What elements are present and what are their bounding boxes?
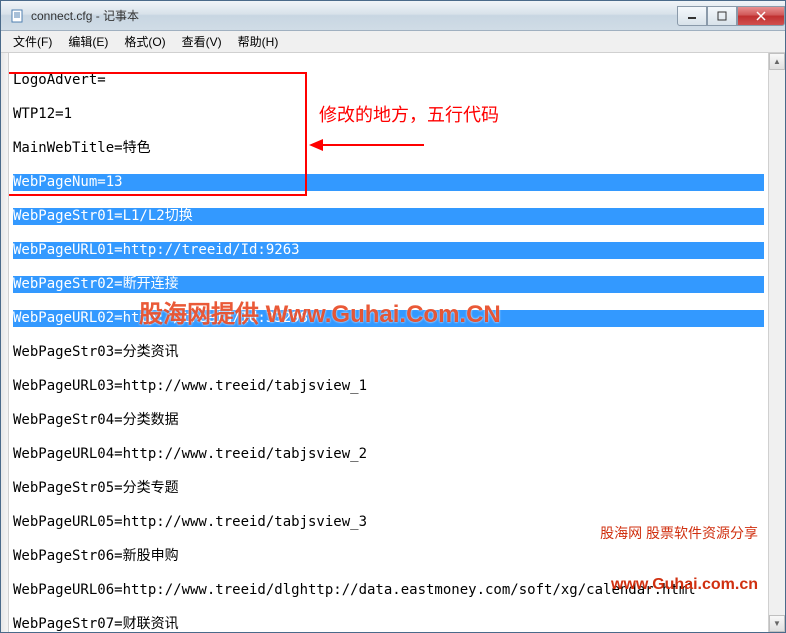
text-content[interactable]: LogoAdvert= WTP12=1 MainWebTitle=特色 WebP… bbox=[9, 53, 768, 632]
scroll-down-button[interactable]: ▼ bbox=[769, 615, 785, 632]
text-line: WebPageStr03=分类资讯 bbox=[13, 344, 764, 361]
notepad-icon bbox=[9, 8, 25, 24]
text-line: WebPageStr06=新股申购 bbox=[13, 548, 764, 565]
text-line-selected: WebPageURL02=http://treeid/Id:33298 bbox=[13, 310, 764, 327]
text-line: WebPageURL05=http://www.treeid/tabjsview… bbox=[13, 514, 764, 531]
text-line: WebPageStr07=财联资讯 bbox=[13, 616, 764, 632]
text-line: WTP12=1 bbox=[13, 106, 764, 123]
text-line: MainWebTitle=特色 bbox=[13, 140, 764, 157]
titlebar[interactable]: connect.cfg - 记事本 bbox=[1, 1, 785, 31]
window-buttons bbox=[677, 6, 785, 26]
text-line: WebPageStr05=分类专题 bbox=[13, 480, 764, 497]
left-edge bbox=[1, 53, 9, 632]
menu-help[interactable]: 帮助(H) bbox=[230, 31, 287, 52]
text-line: WebPageURL06=http://www.treeid/dlghttp:/… bbox=[13, 582, 764, 599]
minimize-button[interactable] bbox=[677, 6, 707, 26]
menu-file[interactable]: 文件(F) bbox=[5, 31, 60, 52]
window-title: connect.cfg - 记事本 bbox=[31, 7, 677, 24]
text-line: LogoAdvert= bbox=[13, 72, 764, 89]
menu-view[interactable]: 查看(V) bbox=[174, 31, 230, 52]
content-area: LogoAdvert= WTP12=1 MainWebTitle=特色 WebP… bbox=[1, 53, 785, 632]
text-line: WebPageStr04=分类数据 bbox=[13, 412, 764, 429]
notepad-window: connect.cfg - 记事本 文件(F) 编辑(E) 格式(O) 查看(V… bbox=[0, 0, 786, 633]
text-line-selected: WebPageStr01=L1/L2切换 bbox=[13, 208, 764, 225]
text-line-selected: WebPageStr02=断开连接 bbox=[13, 276, 764, 293]
text-line-selected: WebPageNum=13 bbox=[13, 174, 764, 191]
scroll-up-button[interactable]: ▲ bbox=[769, 53, 785, 70]
text-line: WebPageURL04=http://www.treeid/tabjsview… bbox=[13, 446, 764, 463]
close-button[interactable] bbox=[737, 6, 785, 26]
text-line: WebPageURL03=http://www.treeid/tabjsview… bbox=[13, 378, 764, 395]
menu-edit[interactable]: 编辑(E) bbox=[60, 31, 116, 52]
menu-format[interactable]: 格式(O) bbox=[116, 31, 173, 52]
text-line-selected: WebPageURL01=http://treeid/Id:9263 bbox=[13, 242, 764, 259]
vertical-scrollbar[interactable]: ▲ ▼ bbox=[768, 53, 785, 632]
maximize-button[interactable] bbox=[707, 6, 737, 26]
menubar: 文件(F) 编辑(E) 格式(O) 查看(V) 帮助(H) bbox=[1, 31, 785, 53]
